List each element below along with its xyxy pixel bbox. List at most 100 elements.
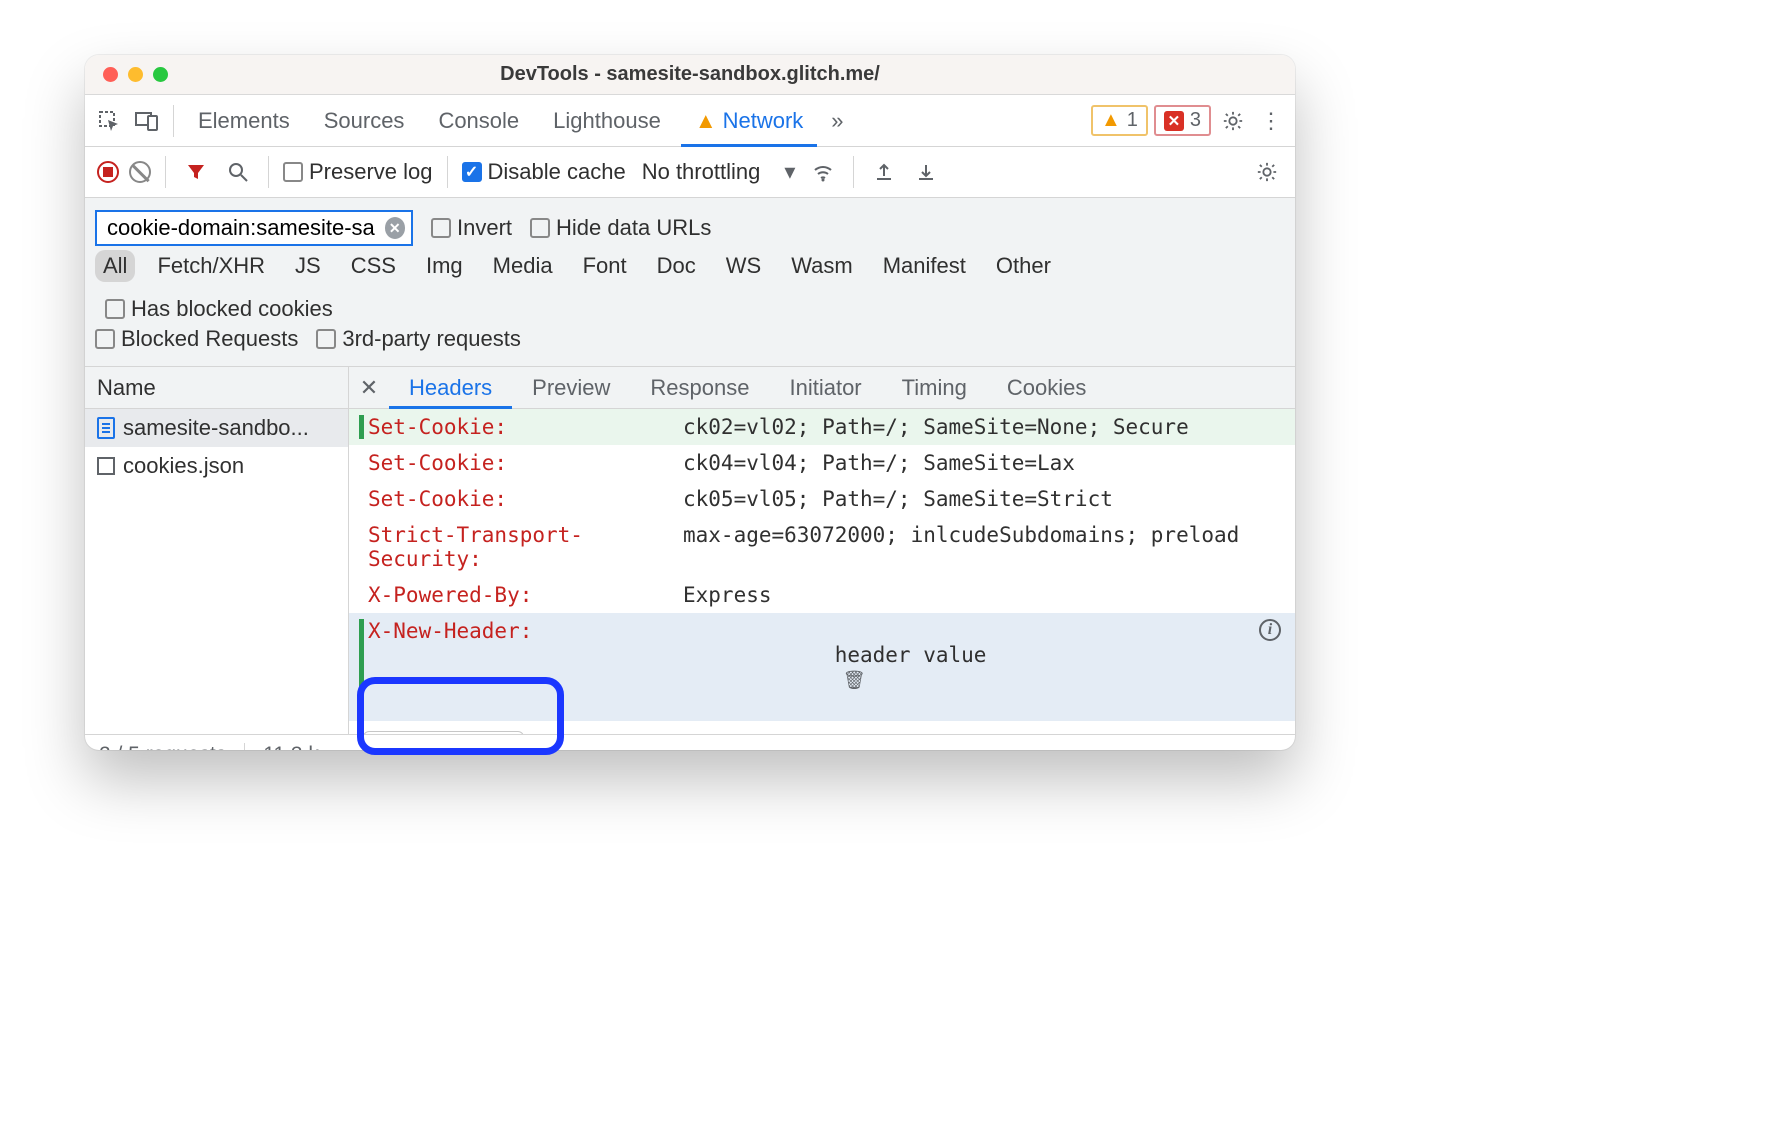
header-row[interactable]: X-Powered-By: Express: [349, 577, 1295, 613]
detail-tab-cookies[interactable]: Cookies: [987, 367, 1106, 409]
request-count: 2 / 5 requests: [99, 743, 226, 751]
override-marker: [359, 415, 364, 439]
header-row[interactable]: Set-Cookie: ck02=vl02; Path=/; SameSite=…: [349, 409, 1295, 445]
header-name: Set-Cookie:: [368, 451, 683, 475]
tab-elements[interactable]: Elements: [184, 95, 304, 147]
type-filter-font[interactable]: Font: [575, 250, 635, 282]
header-row[interactable]: Strict-Transport-Security: max-age=63072…: [349, 517, 1295, 577]
type-filter-all[interactable]: All: [95, 250, 135, 282]
separator: [244, 743, 245, 751]
export-har-icon[interactable]: [910, 156, 942, 188]
type-filter-wasm[interactable]: Wasm: [783, 250, 861, 282]
detail-tab-timing[interactable]: Timing: [882, 367, 987, 409]
more-tabs-button[interactable]: »: [823, 108, 851, 134]
type-filter-fetch[interactable]: Fetch/XHR: [149, 250, 273, 282]
has-blocked-cookies-checkbox[interactable]: Has blocked cookies: [105, 296, 333, 322]
header-value: ck04=vl04; Path=/; SameSite=Lax: [683, 451, 1281, 475]
network-toolbar: Preserve log Disable cache No throttling…: [85, 147, 1295, 197]
more-menu-icon[interactable]: ⋮: [1255, 105, 1287, 137]
detail-tab-response[interactable]: Response: [630, 367, 769, 409]
type-filter-img[interactable]: Img: [418, 250, 471, 282]
checkbox-icon: [530, 218, 550, 238]
tab-sources[interactable]: Sources: [310, 95, 419, 147]
checkbox-icon: [316, 329, 336, 349]
third-party-checkbox[interactable]: 3rd-party requests: [316, 326, 521, 352]
detail-tab-initiator[interactable]: Initiator: [769, 367, 881, 409]
column-header-name[interactable]: Name: [85, 367, 348, 409]
chevron-down-icon: ▾: [784, 159, 795, 185]
separator: [173, 105, 174, 137]
type-filter-css[interactable]: CSS: [343, 250, 404, 282]
request-name: cookies.json: [123, 453, 244, 479]
errors-badge[interactable]: ✕ 3: [1154, 105, 1211, 136]
invert-checkbox[interactable]: Invert: [431, 215, 512, 241]
tab-lighthouse[interactable]: Lighthouse: [539, 95, 675, 147]
checkbox-icon: [95, 329, 115, 349]
blocked-requests-checkbox[interactable]: Blocked Requests: [95, 326, 298, 352]
checkbox-icon: [462, 162, 482, 182]
filter-section: ✕ Invert Hide data URLs All Fetch/XHR JS…: [85, 197, 1295, 367]
requests-list-pane: Name samesite-sandbo... cookies.json: [85, 367, 349, 734]
file-icon: [97, 457, 115, 475]
header-value: Express: [683, 583, 1281, 607]
minimize-window-button[interactable]: [128, 67, 143, 82]
close-detail-icon[interactable]: ✕: [349, 375, 389, 401]
header-name: Set-Cookie:: [368, 415, 683, 439]
add-header-button[interactable]: +Add header: [363, 731, 524, 734]
type-filter-other[interactable]: Other: [988, 250, 1059, 282]
import-har-icon[interactable]: [868, 156, 900, 188]
error-icon: ✕: [1164, 111, 1184, 131]
header-value: header value 🗑: [683, 619, 1259, 715]
request-detail-pane: ✕ Headers Preview Response Initiator Tim…: [349, 367, 1295, 734]
separator: [268, 156, 269, 188]
preserve-log-checkbox[interactable]: Preserve log: [283, 159, 433, 185]
request-row[interactable]: cookies.json: [85, 447, 348, 485]
header-name: X-New-Header:: [368, 619, 683, 643]
info-icon[interactable]: i: [1259, 619, 1281, 641]
search-icon[interactable]: [222, 156, 254, 188]
transfer-size: 11.3 k: [263, 743, 319, 751]
type-filter-media[interactable]: Media: [485, 250, 561, 282]
type-filter-js[interactable]: JS: [287, 250, 329, 282]
record-button[interactable]: [97, 161, 119, 183]
traffic-lights: [103, 67, 168, 82]
filter-icon[interactable]: [180, 156, 212, 188]
delete-header-icon[interactable]: 🗑: [843, 670, 866, 691]
detail-tab-preview[interactable]: Preview: [512, 367, 630, 409]
tab-console[interactable]: Console: [424, 95, 533, 147]
hide-data-urls-checkbox[interactable]: Hide data URLs: [530, 215, 711, 241]
type-filter-doc[interactable]: Doc: [649, 250, 704, 282]
inspect-element-icon[interactable]: [93, 105, 125, 137]
type-filter-manifest[interactable]: Manifest: [875, 250, 974, 282]
separator: [447, 156, 448, 188]
checkbox-icon: [283, 162, 303, 182]
throttling-select[interactable]: No throttling ▾: [636, 157, 798, 187]
clear-filter-icon[interactable]: ✕: [385, 217, 405, 239]
header-row[interactable]: Set-Cookie: ck04=vl04; Path=/; SameSite=…: [349, 445, 1295, 481]
device-toolbar-icon[interactable]: [131, 105, 163, 137]
header-row[interactable]: Set-Cookie: ck05=vl05; Path=/; SameSite=…: [349, 481, 1295, 517]
header-name: X-Powered-By:: [368, 583, 683, 607]
clear-button[interactable]: [129, 161, 151, 183]
header-row-custom[interactable]: X-New-Header: header value 🗑 i: [349, 613, 1295, 721]
window-title: DevTools - samesite-sandbox.glitch.me/: [85, 63, 1295, 86]
titlebar: DevTools - samesite-sandbox.glitch.me/: [85, 55, 1295, 95]
filter-text-field[interactable]: [105, 214, 385, 242]
type-filter-ws[interactable]: WS: [718, 250, 769, 282]
settings-icon[interactable]: [1217, 105, 1249, 137]
tab-network[interactable]: ▲ Network: [681, 95, 817, 147]
header-name: Strict-Transport-Security:: [368, 523, 683, 571]
detail-tab-headers[interactable]: Headers: [389, 367, 512, 409]
request-row[interactable]: samesite-sandbo...: [85, 409, 348, 447]
response-headers-list: Set-Cookie: ck02=vl02; Path=/; SameSite=…: [349, 409, 1295, 734]
header-name: Set-Cookie:: [368, 487, 683, 511]
disable-cache-checkbox[interactable]: Disable cache: [462, 159, 626, 185]
network-conditions-icon[interactable]: [807, 156, 839, 188]
warnings-badge[interactable]: ▲ 1: [1091, 105, 1148, 136]
request-name: samesite-sandbo...: [123, 415, 309, 441]
maximize-window-button[interactable]: [153, 67, 168, 82]
network-settings-icon[interactable]: [1251, 156, 1283, 188]
override-marker: [359, 619, 364, 715]
filter-input[interactable]: ✕: [95, 210, 413, 246]
close-window-button[interactable]: [103, 67, 118, 82]
